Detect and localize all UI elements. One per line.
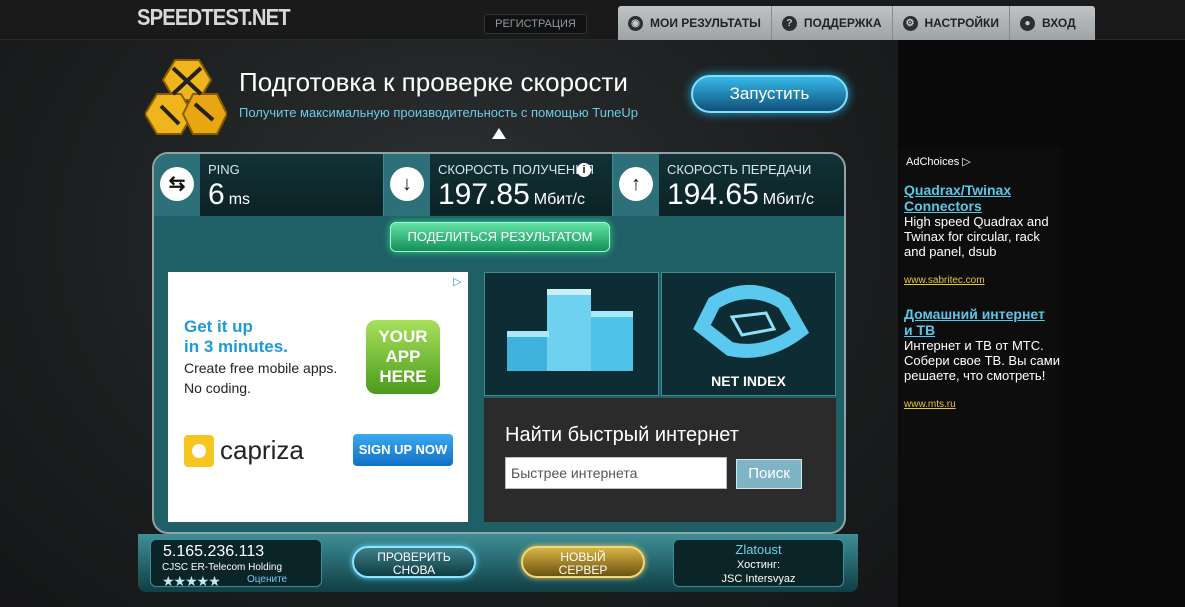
sidebar-ad-url[interactable]: www.sabritec.com [904,275,985,286]
ping-unit: ms [228,191,251,208]
host-info-box: Zlatoust Хостинг: JSC Intersvyaz [673,539,844,587]
upload-arrow-icon: ↑ [619,167,653,201]
nav-support[interactable]: ? ПОДДЕРЖКА [772,6,893,40]
sidebar-ad-text: High speed Quadrax and Twinax for circul… [904,214,1049,259]
pointer-triangle [492,128,506,139]
results-history-tile[interactable] [484,272,659,396]
upload-value: 194.65 [667,178,759,211]
launch-button[interactable]: Запустить [691,75,848,113]
capriza-logo: capriza [220,435,304,465]
upload-unit: Мбит/с [762,191,814,208]
server-city: Zlatoust [735,542,782,557]
top-nav: ◉ МОИ РЕЗУЛЬТАТЫ ? ПОДДЕРЖКА ⚙ НАСТРОЙКИ… [618,6,1095,40]
nav-my-results[interactable]: ◉ МОИ РЕЗУЛЬТАТЫ [618,6,772,40]
ad-headline: Get it up [184,317,253,336]
ping-icon: ⇆ [160,167,194,201]
host-label: Хостинг: [736,559,781,571]
net-index-label: NET INDEX [711,373,786,389]
nav-login[interactable]: ● ВХОД [1010,6,1086,40]
download-label: СКОРОСТЬ ПОЛУЧЕНИЯ [438,162,595,177]
nav-settings[interactable]: ⚙ НАСТРОЙКИ [893,6,1010,40]
question-icon: ? [781,15,797,31]
find-internet-box: Найти быстрый интернет Поиск [484,398,836,522]
find-input[interactable] [505,457,727,489]
nav-label: МОИ РЕЗУЛЬТАТЫ [650,16,761,30]
share-result-button[interactable]: ПОДЕЛИТЬСЯ РЕЗУЛЬТАТОМ [390,222,610,252]
upload-stat: ↑ СКОРОСТЬ ПЕРЕДАЧИ 194.65 Мбит/с [613,154,844,216]
find-search-button[interactable]: Поиск [736,459,802,489]
tuneup-icon[interactable] [145,58,227,138]
isp-name: CJSC ER-Telecom Holding [162,562,283,573]
sidebar-ad-text: Интернет и ТВ от МТС. Собери свое ТВ. Вы… [904,338,1060,383]
info-icon[interactable]: i [577,163,591,177]
find-title: Найти быстрый интернет [505,424,739,446]
sidebar-ad-title[interactable]: Домашний интернет и ТВ [904,306,1054,338]
stats-row: ⇆ PING 6 ms ↓ СКОРОСТЬ ПОЛУЧЕНИЯ i 197.85… [154,154,844,216]
net-index-icon [693,285,810,358]
your-app-here-badge[interactable]: YOUR APP HERE [366,320,440,394]
ping-stat: ⇆ PING 6 ms [154,154,384,216]
download-value: 197.85 [438,178,530,211]
adchoices-icon[interactable]: ▷ [453,275,465,288]
nav-label: НАСТРОЙКИ [924,16,999,30]
rating-stars[interactable]: ★★★★★ [162,573,221,590]
speedtest-logo[interactable]: SPEEDTEST.NET [137,4,291,31]
sign-up-button[interactable]: SIGN UP NOW [353,434,453,466]
promo-title: Подготовка к проверке скорости [239,67,628,97]
capriza-logo-icon [184,435,214,467]
ping-value: 6 [208,178,225,211]
net-index-tile[interactable]: NET INDEX [661,272,836,396]
promo-subtitle[interactable]: Получите максимальную производительность… [239,105,638,120]
ad-text-2: No coding. [184,380,251,396]
retest-button[interactable]: ПРОВЕРИТЬ СНОВА [352,546,476,578]
ip-address: 5.165.236.113 [163,543,265,560]
top-bar: SPEEDTEST.NET РЕГИСТРАЦИЯ ◉ МОИ РЕЗУЛЬТА… [0,0,1185,40]
download-unit: Мбит/с [533,191,585,208]
nav-label: ВХОД [1042,16,1076,30]
upload-label: СКОРОСТЬ ПЕРЕДАЧИ [667,162,812,177]
camera-icon: ◉ [628,15,643,31]
user-icon: ● [1020,15,1035,31]
ip-info-box: 5.165.236.113 CJSC ER-Telecom Holding ★★… [150,539,322,590]
download-arrow-icon: ↓ [390,167,424,201]
new-server-button[interactable]: НОВЫЙ СЕРВЕР [521,546,645,578]
bar-chart-icon [507,289,633,371]
sidebar-ad-url[interactable]: www.mts.ru [904,399,956,410]
rate-link[interactable]: Оцените [247,574,287,585]
sidebar-ad-title[interactable]: Quadrax/Twinax Connectors [904,182,1054,214]
gear-icon: ⚙ [902,15,918,31]
ad-text: Create free mobile apps. [184,360,338,376]
nav-label: ПОДДЕРЖКА [803,16,882,30]
ad-banner[interactable]: ▷ Get it up in 3 minutes. Create free mo… [168,272,468,522]
download-stat: ↓ СКОРОСТЬ ПОЛУЧЕНИЯ i 197.85 Мбит/с [384,154,613,216]
host-name: JSC Intersvyaz [721,573,796,585]
register-button[interactable]: РЕГИСТРАЦИЯ [484,14,587,34]
results-panel: ⇆ PING 6 ms ↓ СКОРОСТЬ ПОЛУЧЕНИЯ i 197.85… [152,152,846,534]
adchoices-label[interactable]: AdChoices ▷ [906,155,971,168]
ad-headline-2: in 3 minutes. [184,337,288,356]
ping-label: PING [208,162,240,177]
